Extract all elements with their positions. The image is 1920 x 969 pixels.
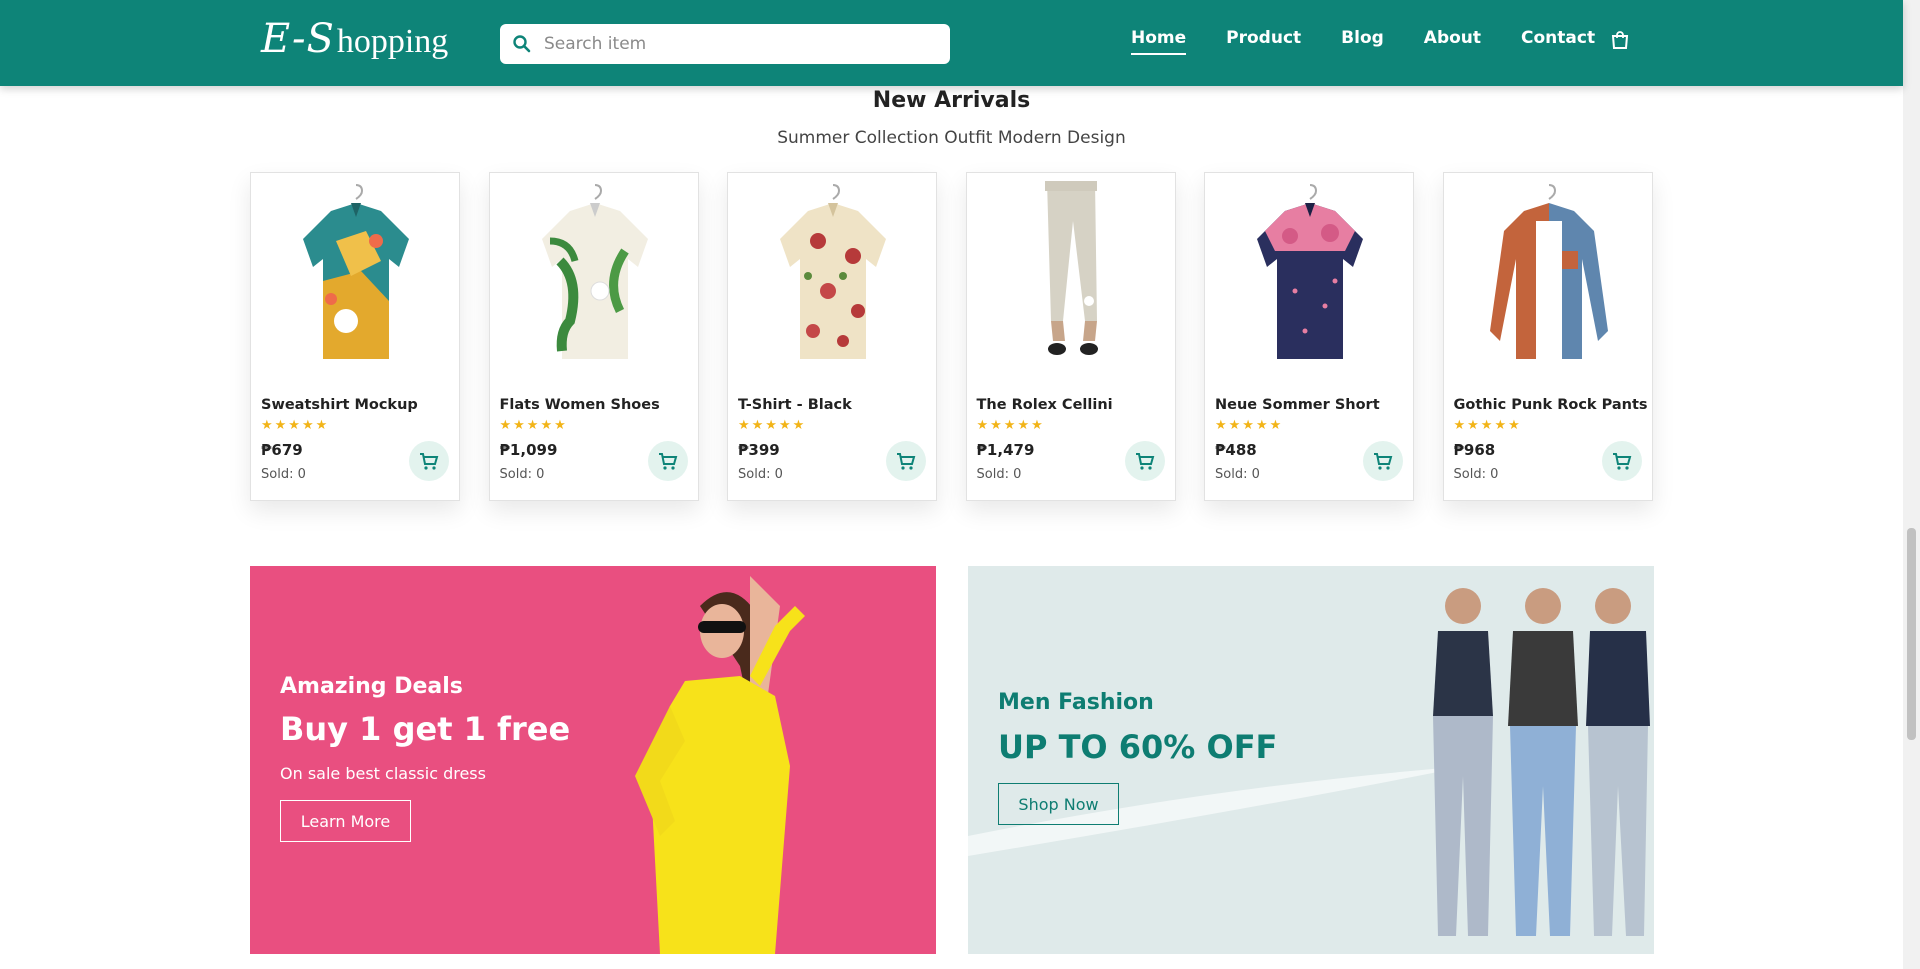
learn-more-button[interactable]: Learn More <box>280 800 411 842</box>
search-bar <box>500 24 950 64</box>
product-price: ₱679 <box>261 441 303 459</box>
nav-about[interactable]: About <box>1424 28 1481 48</box>
cart-icon <box>1612 453 1631 470</box>
product-card[interactable]: T-Shirt - Black ★★★★★ ₱399 Sold: 0 <box>727 172 937 501</box>
cart-icon <box>658 453 677 470</box>
scrollbar-thumb[interactable] <box>1907 528 1916 740</box>
product-card[interactable]: Neue Sommer Short ★★★★★ ₱488 Sold: 0 <box>1204 172 1414 501</box>
product-name[interactable]: The Rolex Cellini <box>977 397 1113 413</box>
nav-blog[interactable]: Blog <box>1341 28 1384 48</box>
shopping-bag-icon[interactable] <box>1611 30 1629 54</box>
product-card[interactable]: Flats Women Shoes ★★★★★ ₱1,099 Sold: 0 <box>488 172 699 501</box>
rating-stars: ★★★★★ <box>1453 418 1522 433</box>
search-icon[interactable] <box>512 34 532 54</box>
product-price: ₱399 <box>738 441 780 459</box>
promo-banner-deals: Amazing Deals Buy 1 get 1 free On sale b… <box>250 566 936 954</box>
banner-title: UP TO 60% OFF <box>998 728 1278 766</box>
add-to-cart-button[interactable] <box>1124 441 1165 481</box>
sold-count: Sold: 0 <box>499 467 545 482</box>
section-subtitle: Summer Collection Outfit Modern Design <box>777 128 1126 148</box>
product-card[interactable]: Gothic Punk Rock Pants ★★★★★ ₱968 Sold: … <box>1442 172 1653 501</box>
product-price: ₱968 <box>1453 441 1496 459</box>
sold-count: Sold: 0 <box>738 467 783 482</box>
product-card[interactable]: Sweatshirt Mockup ★★★★★ ₱679 Sold: 0 <box>250 172 460 501</box>
banner-description: On sale best classic dress <box>280 764 486 783</box>
logo-text: hopping <box>336 23 449 60</box>
product-image-floral-shirt[interactable] <box>502 181 688 371</box>
rating-stars: ★★★★★ <box>1215 418 1284 433</box>
woman-yellow-dress-image <box>635 576 805 954</box>
product-name[interactable]: Gothic Punk Rock Pants <box>1454 397 1648 413</box>
add-to-cart-button[interactable] <box>647 441 688 481</box>
page-scrollbar[interactable] <box>1903 0 1920 969</box>
banner-subtitle: Men Fashion <box>998 690 1154 715</box>
cart-icon <box>1374 453 1393 470</box>
add-to-cart-button[interactable] <box>1601 441 1642 481</box>
logo-script: E-S <box>261 16 335 62</box>
nav-contact[interactable]: Contact <box>1521 28 1595 48</box>
product-name[interactable]: Neue Sommer Short <box>1215 397 1380 413</box>
product-name[interactable]: Sweatshirt Mockup <box>261 397 418 413</box>
product-image-rose-shirt[interactable] <box>740 181 926 371</box>
nav-product[interactable]: Product <box>1226 28 1301 48</box>
product-price: ₱1,479 <box>976 441 1035 459</box>
add-to-cart-button[interactable] <box>1363 441 1403 481</box>
cart-icon <box>420 453 439 470</box>
product-image-tropical-shirt[interactable] <box>263 181 449 371</box>
main-nav: Home Product Blog About Contact <box>1131 28 1635 55</box>
cart-icon <box>1135 453 1154 470</box>
product-image-navy-floral-shirt[interactable] <box>1217 181 1403 371</box>
section-title: New Arrivals <box>872 88 1031 113</box>
banner-subtitle: Amazing Deals <box>280 674 463 699</box>
product-name[interactable]: T-Shirt - Black <box>738 397 852 413</box>
rating-stars: ★★★★★ <box>499 418 568 433</box>
product-image-linen-pants[interactable] <box>979 181 1165 371</box>
product-grid: Sweatshirt Mockup ★★★★★ ₱679 Sold: 0 Fla… <box>250 172 1681 501</box>
search-input[interactable] <box>544 34 924 54</box>
shop-now-button[interactable]: Shop Now <box>998 783 1119 825</box>
rating-stars: ★★★★★ <box>738 418 807 433</box>
add-to-cart-button[interactable] <box>886 441 926 481</box>
site-logo[interactable]: E-S hopping <box>261 16 448 66</box>
product-card[interactable]: The Rolex Cellini ★★★★★ ₱1,479 Sold: 0 <box>965 172 1176 501</box>
product-name[interactable]: Flats Women Shoes <box>500 397 660 413</box>
sold-count: Sold: 0 <box>1453 467 1499 482</box>
banner-title: Buy 1 get 1 free <box>280 710 571 748</box>
product-price: ₱1,099 <box>499 441 558 459</box>
product-price: ₱488 <box>1215 441 1257 459</box>
promo-banner-men-fashion: Men Fashion UP TO 60% OFF Shop Now <box>968 566 1654 954</box>
cart-icon <box>897 453 916 470</box>
sold-count: Sold: 0 <box>976 467 1022 482</box>
sold-count: Sold: 0 <box>261 467 306 482</box>
add-to-cart-button[interactable] <box>409 441 449 481</box>
rating-stars: ★★★★★ <box>976 418 1045 433</box>
rating-stars: ★★★★★ <box>261 418 330 433</box>
product-image-corduroy-shirt[interactable] <box>1456 181 1642 371</box>
sold-count: Sold: 0 <box>1215 467 1260 482</box>
men-models-image <box>1433 588 1650 936</box>
site-header: E-S hopping Home Product Blog About Cont… <box>0 0 1903 86</box>
nav-home[interactable]: Home <box>1131 28 1187 55</box>
